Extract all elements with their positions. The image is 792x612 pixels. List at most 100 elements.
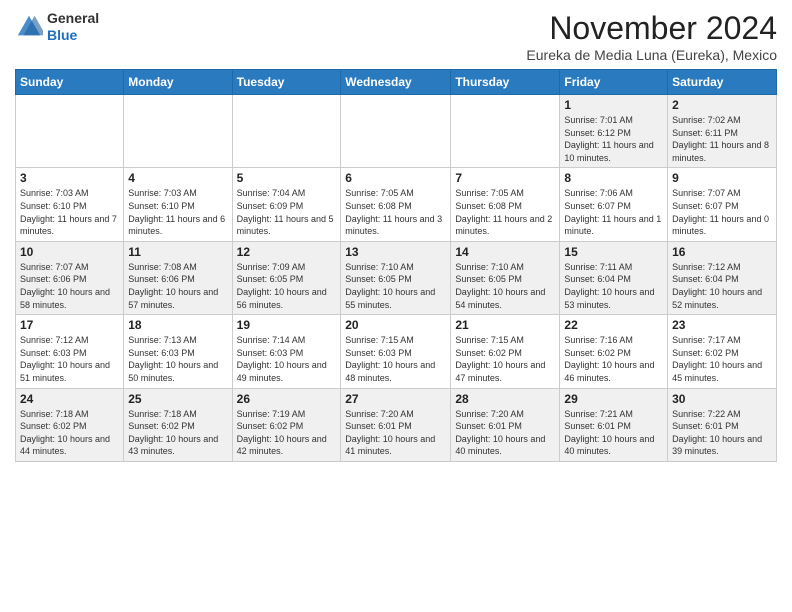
calendar-cell: 11Sunrise: 7:08 AM Sunset: 6:06 PM Dayli… xyxy=(124,241,232,314)
day-header-wednesday: Wednesday xyxy=(341,70,451,95)
calendar-week-3: 10Sunrise: 7:07 AM Sunset: 6:06 PM Dayli… xyxy=(16,241,777,314)
logo: General Blue xyxy=(15,10,99,44)
title-block: November 2024 Eureka de Media Luna (Eure… xyxy=(526,10,777,63)
day-header-friday: Friday xyxy=(560,70,668,95)
calendar-cell: 26 Sunrise: 7:19 AM Sunset: 6:02 PM Dayli… xyxy=(232,388,341,461)
day-info: Sunrise: 7:17 AM Sunset: 6:02 PM Dayligh… xyxy=(672,334,772,384)
calendar-cell: 14 Sunrise: 7:10 AM Sunset: 6:05 PM Dayli… xyxy=(451,241,560,314)
calendar-cell xyxy=(451,95,560,168)
day-number: 1 xyxy=(564,98,663,112)
calendar-week-1: 1 Sunrise: 7:01 AM Sunset: 6:12 PM Daylig… xyxy=(16,95,777,168)
calendar-cell: 8Sunrise: 7:06 AM Sunset: 6:07 PM Daylig… xyxy=(560,168,668,241)
calendar-table: SundayMondayTuesdayWednesdayThursdayFrid… xyxy=(15,69,777,462)
day-number: 14 xyxy=(455,245,555,259)
calendar-cell: 7 Sunrise: 7:05 AM Sunset: 6:08 PM Daylig… xyxy=(451,168,560,241)
day-number: 20 xyxy=(345,318,446,332)
day-info: Sunrise: 7:16 AM Sunset: 6:02 PM Dayligh… xyxy=(564,334,663,384)
day-info: Sunrise: 7:15 AM Sunset: 6:02 PM Dayligh… xyxy=(455,334,555,384)
month-title: November 2024 xyxy=(526,10,777,47)
calendar-cell: 5 Sunrise: 7:04 AM Sunset: 6:09 PM Daylig… xyxy=(232,168,341,241)
day-info: Sunrise: 7:04 AM Sunset: 6:09 PM Dayligh… xyxy=(237,187,337,237)
day-number: 13 xyxy=(345,245,446,259)
day-number: 16 xyxy=(672,245,772,259)
day-number: 30 xyxy=(672,392,772,406)
calendar-cell: 19 Sunrise: 7:14 AM Sunset: 6:03 PM Dayli… xyxy=(232,315,341,388)
day-info: Sunrise: 7:09 AM Sunset: 6:05 PM Dayligh… xyxy=(237,261,337,311)
calendar-cell: 28 Sunrise: 7:20 AM Sunset: 6:01 PM Dayli… xyxy=(451,388,560,461)
calendar-cell: 23 Sunrise: 7:17 AM Sunset: 6:02 PM Dayli… xyxy=(668,315,777,388)
calendar-header-row: SundayMondayTuesdayWednesdayThursdayFrid… xyxy=(16,70,777,95)
calendar-cell: 16 Sunrise: 7:12 AM Sunset: 6:04 PM Dayli… xyxy=(668,241,777,314)
day-header-sunday: Sunday xyxy=(16,70,124,95)
day-info: Sunrise: 7:08 AM Sunset: 6:06 PM Dayligh… xyxy=(128,261,227,311)
day-number: 6 xyxy=(345,171,446,185)
calendar-cell: 21 Sunrise: 7:15 AM Sunset: 6:02 PM Dayli… xyxy=(451,315,560,388)
calendar-cell: 15 Sunrise: 7:11 AM Sunset: 6:04 PM Dayli… xyxy=(560,241,668,314)
day-info: Sunrise: 7:20 AM Sunset: 6:01 PM Dayligh… xyxy=(455,408,555,458)
calendar-cell xyxy=(232,95,341,168)
day-info: Sunrise: 7:12 AM Sunset: 6:03 PM Dayligh… xyxy=(20,334,119,384)
page-header: General Blue November 2024 Eureka de Med… xyxy=(15,10,777,63)
day-number: 17 xyxy=(20,318,119,332)
logo-text: General Blue xyxy=(47,10,99,44)
day-info: Sunrise: 7:22 AM Sunset: 6:01 PM Dayligh… xyxy=(672,408,772,458)
day-info: Sunrise: 7:10 AM Sunset: 6:05 PM Dayligh… xyxy=(455,261,555,311)
day-number: 2 xyxy=(672,98,772,112)
day-number: 21 xyxy=(455,318,555,332)
day-info: Sunrise: 7:03 AM Sunset: 6:10 PM Dayligh… xyxy=(20,187,119,237)
day-number: 8 xyxy=(564,171,663,185)
calendar-cell: 29 Sunrise: 7:21 AM Sunset: 6:01 PM Dayli… xyxy=(560,388,668,461)
day-number: 4 xyxy=(128,171,227,185)
location-title: Eureka de Media Luna (Eureka), Mexico xyxy=(526,47,777,63)
day-info: Sunrise: 7:13 AM Sunset: 6:03 PM Dayligh… xyxy=(128,334,227,384)
day-number: 12 xyxy=(237,245,337,259)
day-number: 25 xyxy=(128,392,227,406)
day-info: Sunrise: 7:18 AM Sunset: 6:02 PM Dayligh… xyxy=(20,408,119,458)
day-info: Sunrise: 7:19 AM Sunset: 6:02 PM Dayligh… xyxy=(237,408,337,458)
calendar-cell: 2 Sunrise: 7:02 AM Sunset: 6:11 PM Daylig… xyxy=(668,95,777,168)
day-number: 22 xyxy=(564,318,663,332)
calendar-cell: 24 Sunrise: 7:18 AM Sunset: 6:02 PM Dayli… xyxy=(16,388,124,461)
calendar-cell: 9Sunrise: 7:07 AM Sunset: 6:07 PM Daylig… xyxy=(668,168,777,241)
calendar-cell xyxy=(16,95,124,168)
calendar-cell: 13Sunrise: 7:10 AM Sunset: 6:05 PM Dayli… xyxy=(341,241,451,314)
day-number: 5 xyxy=(237,171,337,185)
day-info: Sunrise: 7:14 AM Sunset: 6:03 PM Dayligh… xyxy=(237,334,337,384)
day-info: Sunrise: 7:01 AM Sunset: 6:12 PM Dayligh… xyxy=(564,114,663,164)
calendar-cell: 20 Sunrise: 7:15 AM Sunset: 6:03 PM Dayli… xyxy=(341,315,451,388)
day-number: 10 xyxy=(20,245,119,259)
day-number: 15 xyxy=(564,245,663,259)
calendar-cell: 27 Sunrise: 7:20 AM Sunset: 6:01 PM Dayli… xyxy=(341,388,451,461)
day-info: Sunrise: 7:05 AM Sunset: 6:08 PM Dayligh… xyxy=(455,187,555,237)
day-info: Sunrise: 7:12 AM Sunset: 6:04 PM Dayligh… xyxy=(672,261,772,311)
day-header-monday: Monday xyxy=(124,70,232,95)
logo-icon xyxy=(15,13,43,41)
day-number: 27 xyxy=(345,392,446,406)
day-number: 7 xyxy=(455,171,555,185)
day-header-tuesday: Tuesday xyxy=(232,70,341,95)
day-header-saturday: Saturday xyxy=(668,70,777,95)
day-info: Sunrise: 7:02 AM Sunset: 6:11 PM Dayligh… xyxy=(672,114,772,164)
day-number: 19 xyxy=(237,318,337,332)
calendar-cell: 25Sunrise: 7:18 AM Sunset: 6:02 PM Dayli… xyxy=(124,388,232,461)
calendar-cell: 17 Sunrise: 7:12 AM Sunset: 6:03 PM Dayli… xyxy=(16,315,124,388)
day-info: Sunrise: 7:15 AM Sunset: 6:03 PM Dayligh… xyxy=(345,334,446,384)
day-number: 3 xyxy=(20,171,119,185)
calendar-cell: 1 Sunrise: 7:01 AM Sunset: 6:12 PM Daylig… xyxy=(560,95,668,168)
day-number: 28 xyxy=(455,392,555,406)
calendar-cell: 10Sunrise: 7:07 AM Sunset: 6:06 PM Dayli… xyxy=(16,241,124,314)
day-info: Sunrise: 7:11 AM Sunset: 6:04 PM Dayligh… xyxy=(564,261,663,311)
day-number: 23 xyxy=(672,318,772,332)
calendar-week-5: 24 Sunrise: 7:18 AM Sunset: 6:02 PM Dayli… xyxy=(16,388,777,461)
calendar-cell: 4Sunrise: 7:03 AM Sunset: 6:10 PM Daylig… xyxy=(124,168,232,241)
calendar-cell: 3 Sunrise: 7:03 AM Sunset: 6:10 PM Daylig… xyxy=(16,168,124,241)
calendar-cell: 30 Sunrise: 7:22 AM Sunset: 6:01 PM Dayli… xyxy=(668,388,777,461)
day-number: 24 xyxy=(20,392,119,406)
calendar-cell: 6Sunrise: 7:05 AM Sunset: 6:08 PM Daylig… xyxy=(341,168,451,241)
day-number: 26 xyxy=(237,392,337,406)
day-info: Sunrise: 7:21 AM Sunset: 6:01 PM Dayligh… xyxy=(564,408,663,458)
calendar-week-2: 3 Sunrise: 7:03 AM Sunset: 6:10 PM Daylig… xyxy=(16,168,777,241)
day-number: 29 xyxy=(564,392,663,406)
day-info: Sunrise: 7:07 AM Sunset: 6:07 PM Dayligh… xyxy=(672,187,772,237)
day-info: Sunrise: 7:20 AM Sunset: 6:01 PM Dayligh… xyxy=(345,408,446,458)
